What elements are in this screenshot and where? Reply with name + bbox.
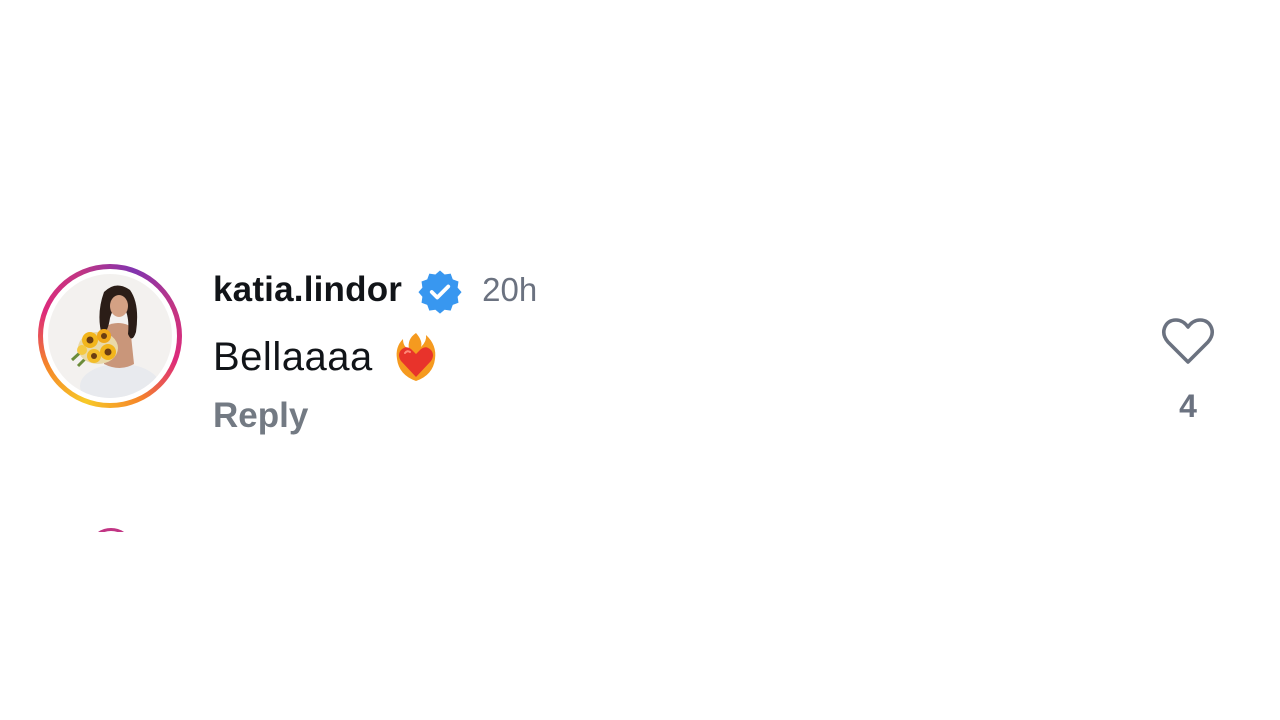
comment-message: Bellaaaa [213, 334, 373, 379]
comment-timestamp: 20h [482, 271, 538, 308]
comment-header: katia.lindor 20h [213, 262, 537, 318]
avatar-story-ring[interactable] [38, 264, 182, 408]
like-count: 4 [1179, 388, 1197, 424]
comment-body: katia.lindor 20h Bellaaaa Reply [213, 262, 537, 436]
avatar [48, 274, 172, 398]
heart-on-fire-icon [393, 331, 439, 383]
like-heart-icon[interactable] [1160, 316, 1216, 366]
reply-button[interactable]: Reply [213, 396, 537, 436]
like-control: 4 [1158, 316, 1218, 425]
next-comment-avatar-edge [88, 528, 134, 532]
comments-view: katia.lindor 20h Bellaaaa Reply 4 [0, 0, 1280, 720]
avatar-photo [48, 274, 172, 398]
comment-text: Bellaaaa [213, 328, 537, 386]
username-link[interactable]: katia.lindor [213, 270, 402, 310]
verified-badge-icon [418, 270, 462, 314]
next-avatar-ring [88, 528, 134, 532]
comment-item: katia.lindor 20h Bellaaaa Reply 4 [0, 262, 1280, 462]
